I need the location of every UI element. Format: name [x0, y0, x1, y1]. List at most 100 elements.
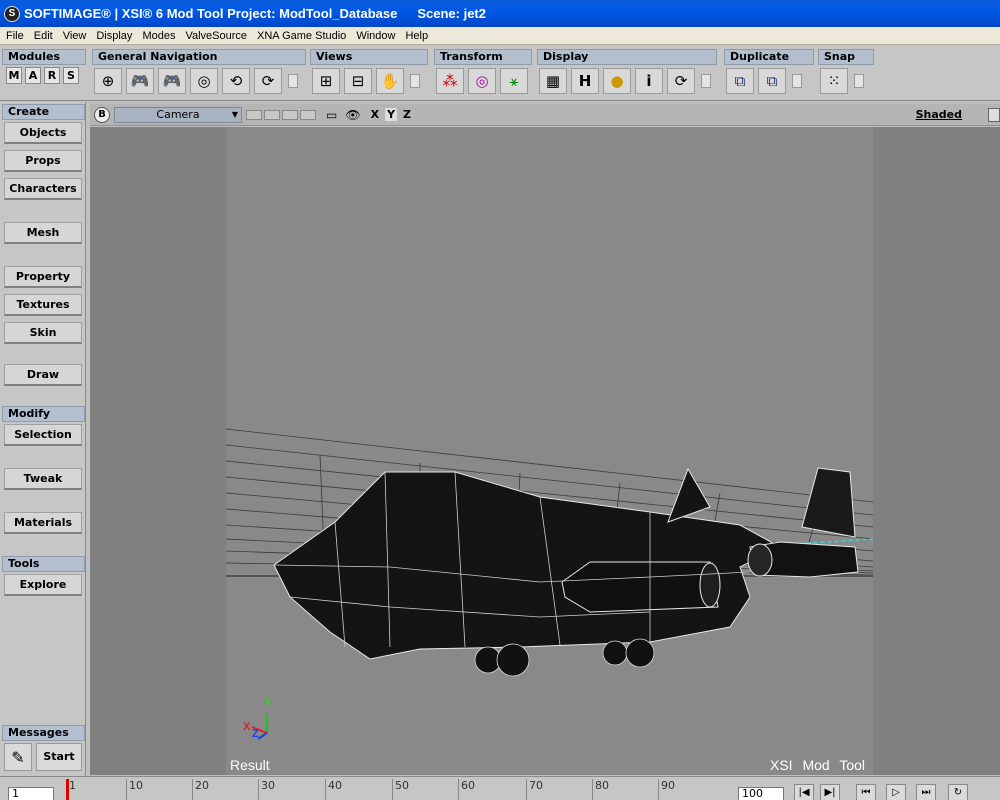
nav-options-icon[interactable]	[288, 74, 298, 88]
slot-1[interactable]	[246, 109, 262, 120]
playhead[interactable]	[66, 779, 69, 800]
viewport-b-button[interactable]: B	[94, 106, 110, 123]
clone-icon[interactable]: ⧉	[758, 68, 786, 94]
script-editor-icon[interactable]: ✎	[4, 743, 32, 771]
menu-display[interactable]: Display	[90, 30, 136, 42]
hand-icon[interactable]: ✋	[376, 68, 404, 94]
views-options-icon[interactable]	[410, 74, 420, 88]
module-a-button[interactable]: A	[25, 67, 41, 84]
materials-button[interactable]: Materials	[4, 512, 82, 534]
grid-icon[interactable]: ▦	[539, 68, 567, 94]
duplicate-options-icon[interactable]	[792, 74, 802, 88]
start-button[interactable]: Start	[36, 743, 82, 771]
orbit-icon[interactable]: 🎮	[126, 68, 154, 94]
skin-button[interactable]: Skin	[4, 322, 82, 344]
textures-button[interactable]: Textures	[4, 294, 82, 316]
views-label: Views	[310, 49, 428, 65]
menu-file[interactable]: File	[0, 30, 28, 42]
loop-icon[interactable]: ↻	[948, 784, 968, 800]
tweak-button[interactable]: Tweak	[4, 468, 82, 490]
left-command-panel: Create Objects Props Characters Mesh Pro…	[0, 102, 86, 778]
selection-button[interactable]: Selection	[4, 424, 82, 446]
menu-window[interactable]: Window	[350, 30, 399, 42]
3d-viewport[interactable]: Y X Z Result XSI Mod Tool	[90, 127, 1000, 775]
explorer-icon[interactable]: ⊞	[312, 68, 340, 94]
duplicate-label: Duplicate	[724, 49, 814, 65]
viewport-header: B Camera ▼ ▭ 👁 X Y Z Shaded	[90, 104, 1000, 126]
axis-z-button[interactable]: Z	[403, 108, 411, 121]
pivot-icon[interactable]: ⟲	[222, 68, 250, 94]
track-icon[interactable]: 🎮	[158, 68, 186, 94]
rotate-icon[interactable]: ◎	[468, 68, 496, 94]
previous-key-icon[interactable]: |◀	[794, 784, 814, 800]
slot-2[interactable]	[264, 109, 280, 120]
scale-icon[interactable]: ⁂	[436, 68, 464, 94]
tick-30: 30	[258, 779, 275, 800]
title-bar: S SOFTIMAGE® | XSI® 6 Mod Tool Project: …	[0, 0, 1000, 27]
axis-y-button[interactable]: Y	[385, 108, 398, 121]
create-header[interactable]: Create	[2, 104, 85, 120]
slot-3[interactable]	[282, 109, 298, 120]
snap-options-icon[interactable]	[854, 74, 864, 88]
result-label: Result	[230, 757, 270, 773]
props-button[interactable]: Props	[4, 150, 82, 172]
snap-grid-icon[interactable]: ⁙	[820, 68, 848, 94]
next-key-icon[interactable]: ▶|	[820, 784, 840, 800]
select-icon[interactable]: ⊕	[94, 68, 122, 94]
display-options-icon[interactable]	[701, 74, 711, 88]
refresh-icon[interactable]: ⟳	[667, 68, 695, 94]
general-navigation-group: General Navigation ⊕ 🎮 🎮 ◎ ⟲ ⟳	[92, 49, 306, 99]
messages-header[interactable]: Messages	[2, 725, 85, 741]
menu-valvesource[interactable]: ValveSource	[179, 30, 251, 42]
display-mode-menu[interactable]: Shaded	[916, 108, 962, 121]
schematic-icon[interactable]: ⊟	[344, 68, 372, 94]
tick-70: 70	[526, 779, 543, 800]
explore-button[interactable]: Explore	[4, 574, 82, 596]
display-label: Display	[537, 49, 717, 65]
module-m-button[interactable]: M	[6, 67, 22, 84]
modules-group: Modules M A R S	[2, 49, 86, 99]
transform-label: Transform	[434, 49, 532, 65]
menu-xna-game-studio[interactable]: XNA Game Studio	[251, 30, 350, 42]
slot-4[interactable]	[300, 109, 316, 120]
maximize-viewport-icon[interactable]	[988, 107, 1000, 122]
gizmo-x-label: X	[243, 721, 251, 733]
info-icon[interactable]: i	[635, 68, 663, 94]
tick-60: 60	[458, 779, 475, 800]
camera-dropdown[interactable]: Camera ▼	[114, 106, 242, 123]
frame-icon[interactable]: ⟳	[254, 68, 282, 94]
property-button[interactable]: Property	[4, 266, 82, 288]
characters-button[interactable]: Characters	[4, 178, 82, 200]
menu-view[interactable]: View	[57, 30, 91, 42]
mesh-button[interactable]: Mesh	[4, 222, 82, 244]
play-icon[interactable]: ▷	[886, 784, 906, 800]
softimage-logo-icon[interactable]: S	[4, 5, 20, 22]
end-frame-field[interactable]: 100	[738, 787, 784, 800]
zoom-icon[interactable]: ◎	[190, 68, 218, 94]
modify-header[interactable]: Modify	[2, 406, 85, 422]
duplicate-icon[interactable]: ⧉	[726, 68, 754, 94]
last-frame-icon[interactable]: ⏭	[916, 784, 936, 800]
module-r-button[interactable]: R	[44, 67, 60, 84]
gizmo-y-label: Y	[264, 697, 272, 709]
axis-x-button[interactable]: X	[371, 108, 379, 121]
snap-group: Snap ⁙	[818, 49, 874, 99]
draw-button[interactable]: Draw	[4, 364, 82, 386]
camera-icon[interactable]: ▭	[326, 108, 337, 122]
first-frame-icon[interactable]: ⏮	[856, 784, 876, 800]
main-toolbar: Modules M A R S General Navigation ⊕ 🎮 🎮…	[0, 45, 1000, 101]
translate-icon[interactable]: ⚹	[500, 68, 528, 94]
current-frame-field[interactable]: 1	[8, 787, 54, 800]
menu-modes[interactable]: Modes	[136, 30, 179, 42]
tick-40: 40	[325, 779, 342, 800]
camera-label: Camera	[156, 108, 200, 121]
timeline-ruler[interactable]: 1 10 20 30 40 50 60 70 80 90	[62, 779, 730, 800]
eye-icon[interactable]: 👁	[345, 108, 360, 122]
objects-button[interactable]: Objects	[4, 122, 82, 144]
light-icon[interactable]: ●	[603, 68, 631, 94]
module-s-button[interactable]: S	[63, 67, 79, 84]
hide-icon[interactable]: H	[571, 68, 599, 94]
menu-edit[interactable]: Edit	[28, 30, 57, 42]
menu-help[interactable]: Help	[399, 30, 432, 42]
tools-header[interactable]: Tools	[2, 556, 85, 572]
